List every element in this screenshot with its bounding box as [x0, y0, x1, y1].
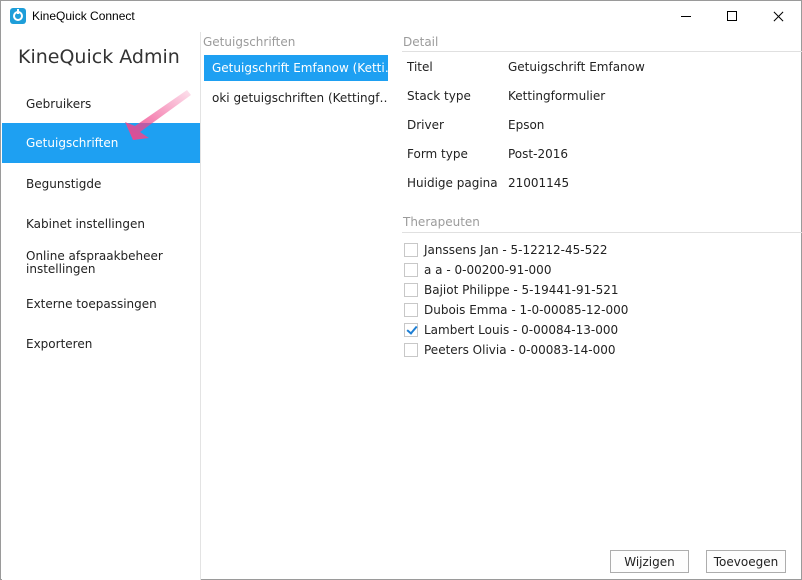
list-item-label: Getuigschrift Emfanow (Ketti… [212, 61, 388, 75]
detail-value-form-type: Post-2016 [508, 147, 568, 161]
detail-value-driver: Epson [508, 118, 545, 132]
sidebar-item-kabinet-instellingen[interactable]: Kabinet instellingen [2, 204, 200, 244]
sidebar-item-label: Kabinet instellingen [26, 216, 145, 231]
therapist-checkbox[interactable] [404, 263, 418, 277]
maximize-button[interactable] [709, 1, 755, 32]
list-item-label: oki getuigschriften (Kettingf… [212, 91, 388, 105]
detail-divider [402, 51, 802, 52]
detail-label-titel: Titel [407, 60, 433, 74]
sidebar-item-exporteren[interactable]: Exporteren [2, 324, 200, 364]
sidebar-item-label: Exporteren [26, 336, 93, 351]
title-bar: KineQuick Connect [1, 1, 801, 32]
edit-button[interactable]: Wijzigen [610, 550, 689, 573]
sidebar-item-externe-toepassingen[interactable]: Externe toepassingen [2, 284, 200, 324]
therapist-label: Dubois Emma - 1-0-00085-12-000 [424, 303, 629, 317]
list-item-getuigschrift-emfanow[interactable]: Getuigschrift Emfanow (Ketti… [204, 55, 388, 81]
therapists-header: Therapeuten [403, 215, 480, 229]
therapist-row[interactable]: Peeters Olivia - 0-00083-14-000 [404, 342, 616, 358]
therapist-checkbox[interactable] [404, 303, 418, 317]
therapist-label: Peeters Olivia - 0-00083-14-000 [424, 343, 616, 357]
therapist-checkbox[interactable] [404, 243, 418, 257]
annotation-arrow-icon [125, 90, 191, 140]
list-item-oki-getuigschriften[interactable]: oki getuigschriften (Kettingf… [204, 85, 388, 111]
detail-label-huidige-pagina: Huidige pagina [407, 176, 498, 190]
sidebar-item-label: Getuigschriften [26, 135, 119, 150]
therapist-row[interactable]: Bajiot Philippe - 5-19441-91-521 [404, 282, 619, 298]
app-window: KineQuick Connect KineQuick Admin Gebrui… [0, 0, 802, 580]
list-header: Getuigschriften [203, 35, 296, 49]
therapist-checkbox[interactable] [404, 343, 418, 357]
add-button[interactable]: Toevoegen [706, 550, 786, 573]
therapist-label: Janssens Jan - 5-12212-45-522 [424, 243, 608, 257]
sidebar-item-label: Begunstigde [26, 176, 102, 191]
therapist-row[interactable]: Dubois Emma - 1-0-00085-12-000 [404, 302, 628, 318]
therapist-row[interactable]: a a - 0-00200-91-000 [404, 262, 551, 278]
sidebar-item-begunstigde[interactable]: Begunstigde [2, 164, 200, 204]
detail-label-driver: Driver [407, 118, 444, 132]
therapists-divider [402, 232, 802, 233]
therapist-checkbox[interactable] [404, 283, 418, 297]
sidebar-item-online-afspraakbeheer[interactable]: Online afspraakbeheer instellingen [2, 243, 192, 283]
detail-value-huidige-pagina: 21001145 [508, 176, 570, 190]
sidebar-item-label: Externe toepassingen [26, 296, 157, 311]
close-button[interactable] [755, 1, 801, 32]
minimize-button[interactable] [663, 1, 709, 32]
detail-label-stack-type: Stack type [407, 89, 471, 103]
therapist-label: a a - 0-00200-91-000 [424, 263, 552, 277]
sidebar-item-label: Online afspraakbeheer instellingen [26, 249, 163, 276]
kinequick-logo-icon [10, 8, 26, 24]
detail-value-titel: Getuigschrift Emfanow [508, 60, 645, 74]
therapist-row[interactable]: Lambert Louis - 0-00084-13-000 [404, 322, 618, 338]
therapist-checkbox-checked[interactable] [404, 323, 418, 337]
detail-label-form-type: Form type [407, 147, 468, 161]
therapist-label: Bajiot Philippe - 5-19441-91-521 [424, 283, 619, 297]
sidebar-title: KineQuick Admin [18, 46, 180, 68]
window-title: KineQuick Connect [32, 9, 135, 23]
therapist-row[interactable]: Janssens Jan - 5-12212-45-522 [404, 242, 608, 258]
detail-header: Detail [403, 35, 439, 49]
therapist-label: Lambert Louis - 0-00084-13-000 [424, 323, 619, 337]
sidebar-item-label: Gebruikers [26, 96, 92, 111]
detail-value-stack-type: Kettingformulier [508, 89, 606, 103]
